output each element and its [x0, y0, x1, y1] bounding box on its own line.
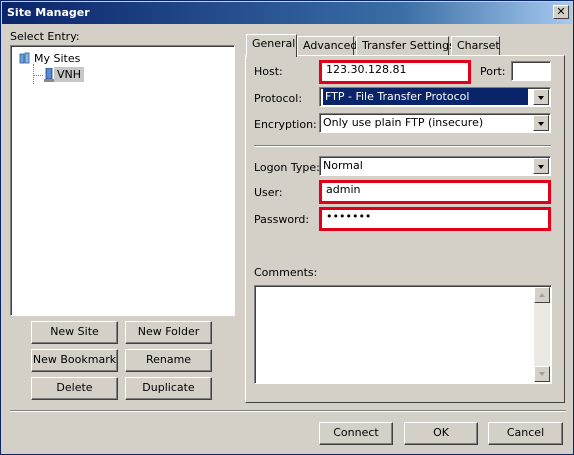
- new-site-button[interactable]: New Site: [31, 321, 118, 344]
- chevron-down-icon[interactable]: [533, 89, 549, 105]
- host-input[interactable]: 123.30.128.81: [319, 60, 471, 84]
- connect-button[interactable]: Connect: [319, 422, 393, 445]
- duplicate-button[interactable]: Duplicate: [125, 377, 212, 400]
- encryption-value: Only use plain FTP (insecure): [323, 116, 484, 129]
- port-input[interactable]: [511, 61, 551, 81]
- close-icon: ✕: [556, 5, 566, 18]
- ok-button[interactable]: OK: [404, 422, 478, 445]
- cancel-button[interactable]: Cancel: [488, 422, 563, 445]
- window-title: Site Manager: [7, 6, 90, 19]
- site-tree[interactable]: My Sites VNH: [10, 45, 235, 316]
- tab-advanced[interactable]: Advanced: [297, 36, 357, 56]
- chevron-down-icon[interactable]: [533, 158, 549, 174]
- password-input[interactable]: •••••••: [319, 207, 551, 231]
- tree-connector: [33, 75, 43, 76]
- section-divider: [254, 145, 551, 147]
- comments-scrollbar[interactable]: [534, 287, 550, 382]
- encryption-select[interactable]: Only use plain FTP (insecure): [319, 113, 551, 133]
- protocol-value: FTP - File Transfer Protocol: [323, 88, 528, 105]
- new-bookmark-button[interactable]: New Bookmark: [31, 349, 118, 372]
- user-input[interactable]: admin: [319, 180, 551, 204]
- port-label: Port:: [480, 65, 506, 78]
- close-button[interactable]: ✕: [553, 5, 569, 19]
- site-manager-window: Site Manager ✕ Select Entry: My Sites VN…: [0, 0, 574, 455]
- tree-item-vnh[interactable]: VNH: [54, 67, 85, 82]
- tab-transfer-settings[interactable]: Transfer Settings: [356, 36, 455, 56]
- logon-type-value: Normal: [323, 159, 363, 172]
- logon-type-label: Logon Type:: [254, 161, 320, 174]
- password-label: Password:: [254, 213, 310, 226]
- user-label: User:: [254, 186, 283, 199]
- comments-label: Comments:: [254, 266, 318, 279]
- delete-button[interactable]: Delete: [31, 377, 118, 400]
- tab-general[interactable]: General: [246, 34, 297, 57]
- tree-item-my-sites[interactable]: My Sites: [34, 52, 80, 65]
- chevron-down-icon[interactable]: [533, 115, 549, 131]
- protocol-select[interactable]: FTP - File Transfer Protocol: [319, 87, 551, 107]
- select-entry-label: Select Entry:: [10, 30, 80, 43]
- scroll-up-icon[interactable]: [534, 287, 550, 303]
- comments-textarea[interactable]: [254, 285, 552, 384]
- title-bar: Site Manager ✕: [2, 2, 572, 24]
- host-label: Host:: [254, 65, 283, 78]
- logon-type-select[interactable]: Normal: [319, 156, 551, 176]
- tree-connector: [33, 64, 34, 84]
- tab-charset[interactable]: Charset: [451, 36, 500, 56]
- scroll-down-icon[interactable]: [534, 366, 550, 382]
- folder-icon: [19, 52, 30, 64]
- server-icon: [44, 68, 54, 82]
- encryption-label: Encryption:: [254, 118, 317, 131]
- protocol-label: Protocol:: [254, 92, 303, 105]
- rename-button[interactable]: Rename: [125, 349, 212, 372]
- new-folder-button[interactable]: New Folder: [125, 321, 212, 344]
- footer-divider: [10, 410, 566, 412]
